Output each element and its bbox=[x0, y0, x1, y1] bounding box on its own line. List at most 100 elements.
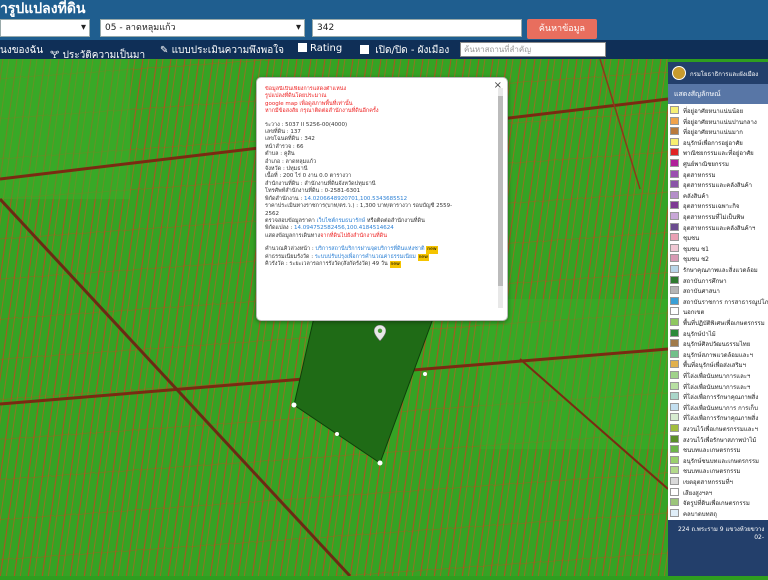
parcel-info-popup: × ข้อมูลนี้เป็นเพียงการแสดงตำแหน่ง รูปแป… bbox=[256, 77, 508, 321]
survey-queue-line: คิวรังวัด : ระยะเวลารอการรังวัด(สังกัดรั… bbox=[265, 260, 490, 269]
legend-swatch bbox=[670, 222, 679, 231]
legend-item-label: ชนบทและเกษตรกรรม bbox=[683, 447, 741, 455]
legend-item-label: อนุรักษ์เพื่อการอยู่อาศัย bbox=[683, 139, 743, 147]
area: เนื้อที่ : 200 ไร่ 0 งาน 0.0 ตารางวา bbox=[265, 173, 352, 180]
legend-item-label: เขตอุตสาหกรรมที่ฯ bbox=[683, 479, 733, 486]
legend-item-label: อุตสาหกรรมที่ไม่เป็นพิษ bbox=[683, 214, 745, 221]
city-plan-toggle[interactable]: เปิด/ปิด - ผังเมือง bbox=[360, 43, 449, 58]
legend-item-label: สงวนไว้เพื่อรักษาสภาพป่าไม้ bbox=[683, 436, 757, 444]
legend-footer: 224 ถ.พระราม 9 แขวงห้วยขวาง 02- bbox=[668, 520, 768, 576]
new-badge: new bbox=[417, 253, 429, 261]
legend-item-label: อนุรักษ์ศิลปวัฒนธรรมไทย bbox=[683, 341, 751, 349]
survey-label: แบบประเมินความพึงพอใจ bbox=[171, 45, 284, 56]
top-bar: ารูปแปลงที่ดิน ▾ 05 - ลาดหลุมแก้ว ▾ 342 … bbox=[0, 0, 768, 40]
directions: แสดงข้อมูลการเดินทางจากที่ดินไปยังสำนักง… bbox=[265, 233, 490, 240]
fee-link[interactable]: ระบบปรับปรุงเพื่อการคำนวณค่าธรรมเนียม bbox=[315, 254, 416, 260]
appraisal-price-1: ราคาประเมินทางราชการ(บาท/ตร.ว.) : 1,300 … bbox=[265, 203, 453, 210]
checkbox-icon bbox=[298, 43, 307, 52]
queue-line: คำนวณคิวล่วงหน้า : บริการสถานีบริการผ่าน… bbox=[265, 246, 490, 254]
legend-swatch bbox=[670, 434, 679, 443]
legend-item-label: รักษาคุณภาพและสิ่งแวดล้อม bbox=[683, 267, 758, 274]
dpt-seal-icon bbox=[672, 66, 686, 80]
fee-label: ค่าธรรมเนียมรังวัด : bbox=[265, 253, 314, 260]
chevron-down-icon: ▾ bbox=[295, 22, 301, 33]
legend-swatch bbox=[670, 349, 679, 358]
legend-swatch bbox=[670, 477, 679, 485]
parcel-coordinates-label: พิกัดแปลง : bbox=[265, 225, 293, 232]
survey-page: หน้าสำรวจ : 66 bbox=[265, 143, 304, 150]
legend-item-label: ที่โล่งเพื่อการรักษาคุณภาพสิ่ง bbox=[683, 415, 759, 423]
footer-address: 224 ถ.พระราม 9 แขวงห้วยขวาง bbox=[678, 526, 765, 533]
deed-number: เลขโฉนดที่ดิน : 342 bbox=[265, 136, 315, 143]
parcel-coordinates-link[interactable]: 14.094752582456,100.4184514624 bbox=[294, 225, 394, 231]
toolbar: นงของฉัน 🝖 ประวัติความเป็นมา ✎ แบบประเมิ… bbox=[0, 40, 768, 61]
legend-swatch bbox=[670, 424, 679, 432]
place-search-placeholder: ค้นหาสถานที่สำคัญ bbox=[464, 45, 532, 54]
scrollbar-thumb[interactable] bbox=[498, 96, 503, 286]
legend-swatch bbox=[670, 212, 679, 220]
legend-item-label: ที่โล่งเพื่อนันทนาการ การเก็บ bbox=[683, 404, 758, 412]
search-button[interactable]: ค้นหาข้อมูล bbox=[527, 19, 597, 39]
office-coordinates-link[interactable]: 14.0206648920701,100.5343685512 bbox=[304, 196, 407, 202]
legend-swatch bbox=[670, 286, 679, 295]
directions-link[interactable]: จากที่ดินไปยังสำนักงานที่ดิน bbox=[320, 233, 387, 239]
parcel-number-input[interactable]: 342 bbox=[312, 19, 522, 37]
legend-swatch bbox=[670, 180, 679, 189]
legend-item-label: จัดรูปที่ดินเพื่อเกษตรกรรม bbox=[683, 500, 750, 508]
my-location-label: นงของฉัน bbox=[0, 45, 44, 56]
treasury-link[interactable]: เว็บไซต์กรมธนารักษ์ bbox=[317, 218, 366, 224]
legend-item-label: อุตสาหกรรมเฉพาะกิจ bbox=[683, 203, 740, 211]
legend-item-label: สถาบันศาสนา bbox=[683, 288, 720, 296]
queue-label: คำนวณคิวล่วงหน้า : bbox=[265, 246, 314, 253]
legend-swatch bbox=[670, 360, 679, 369]
legend-item-label: อุตสาหกรรม bbox=[683, 171, 716, 179]
legend-item-label: ศูนย์พาณิชยกรรม bbox=[683, 161, 729, 168]
legend-item-label: เสียงสูงฯลฯ bbox=[683, 489, 713, 497]
legend-item: คลบาดบทสถุ bbox=[670, 508, 768, 521]
parcel-number-value: 342 bbox=[317, 23, 335, 33]
legend-header: กรมโยธาธิการและผังเมือง bbox=[668, 62, 768, 84]
office-phone: โทรศัพท์สำนักงานที่ดิน : 0-2581-6301 bbox=[265, 188, 361, 195]
my-location-button[interactable]: นงของฉัน bbox=[0, 43, 43, 58]
tambon: ตำบล : คูสิน bbox=[265, 151, 295, 158]
legend-item-label: อุตสาหกรรมและคลังสินค้า bbox=[683, 182, 753, 190]
district-select[interactable]: 05 - ลาดหลุมแก้ว ▾ bbox=[100, 19, 305, 37]
fee-line: ค่าธรรมเนียมรังวัด : ระบบปรับปรุงเพื่อกา… bbox=[265, 253, 490, 261]
survey-button[interactable]: ✎ แบบประเมินความพึงพอใจ bbox=[160, 43, 284, 58]
legend-item-label: นอกเขต bbox=[683, 309, 705, 317]
legend-swatch bbox=[670, 254, 679, 263]
history-button[interactable]: 🝖 ประวัติความเป็นมา bbox=[50, 43, 145, 64]
legend-swatch bbox=[670, 106, 679, 114]
legend-subtitle: แสดงสัญลักษณ์ bbox=[668, 84, 768, 104]
popup-scrollbar[interactable] bbox=[498, 88, 503, 308]
place-search-input[interactable]: ค้นหาสถานที่สำคัญ bbox=[460, 42, 606, 57]
legend-swatch bbox=[670, 508, 679, 517]
legend-swatch bbox=[670, 127, 679, 136]
city-plan-label: เปิด/ปิด - ผังเมือง bbox=[375, 45, 450, 56]
legend-swatch bbox=[670, 498, 679, 507]
legend-item-label: ชุมชน ช1 bbox=[683, 245, 709, 253]
legend-item-label: อุตสาหกรรมและคลังสินค้าฯ bbox=[683, 224, 756, 232]
office-coordinates: พิกัดสำนักงาน : 14.0206648920701,100.534… bbox=[265, 196, 490, 203]
legend-swatch bbox=[670, 201, 679, 210]
legend-swatch bbox=[670, 402, 679, 411]
legend-swatch bbox=[670, 318, 679, 326]
history-icon: 🝖 bbox=[50, 50, 60, 61]
queue-link[interactable]: บริการสถานีบริการผ่านจุดบริการที่ดินแห่ง… bbox=[315, 246, 424, 252]
price-check-suffix: หรือติดต่อสำนักงานที่ดิน bbox=[366, 217, 425, 224]
office-coordinates-label: พิกัดสำนักงาน : bbox=[265, 195, 303, 202]
legend-item-label: พื้นที่อนุรักษ์เพื่อส่งเสริมฯ bbox=[683, 362, 746, 370]
map-pin-icon[interactable] bbox=[373, 324, 387, 342]
rating-button[interactable]: Rating bbox=[298, 43, 342, 54]
legend-item-label: คลบาดบทสถุ bbox=[683, 510, 717, 518]
legend-panel: กรมโยธาธิการและผังเมือง แสดงสัญลักษณ์ ที… bbox=[668, 62, 768, 576]
chevron-down-icon: ▾ bbox=[80, 22, 86, 33]
page-title: ารูปแปลงที่ดิน bbox=[0, 1, 86, 17]
legend-item-label: ที่อยู่อาศัยหนาแน่นมาก bbox=[683, 129, 743, 137]
legend-swatch bbox=[670, 455, 679, 464]
legend-swatch bbox=[670, 371, 679, 379]
province-select[interactable]: ▾ bbox=[0, 19, 90, 37]
legend-swatch bbox=[670, 116, 679, 125]
survey-queue-text: คิวรังวัด : ระยะเวลารอการรังวัด(สังกัดรั… bbox=[265, 260, 388, 267]
legend-swatch bbox=[670, 265, 679, 273]
